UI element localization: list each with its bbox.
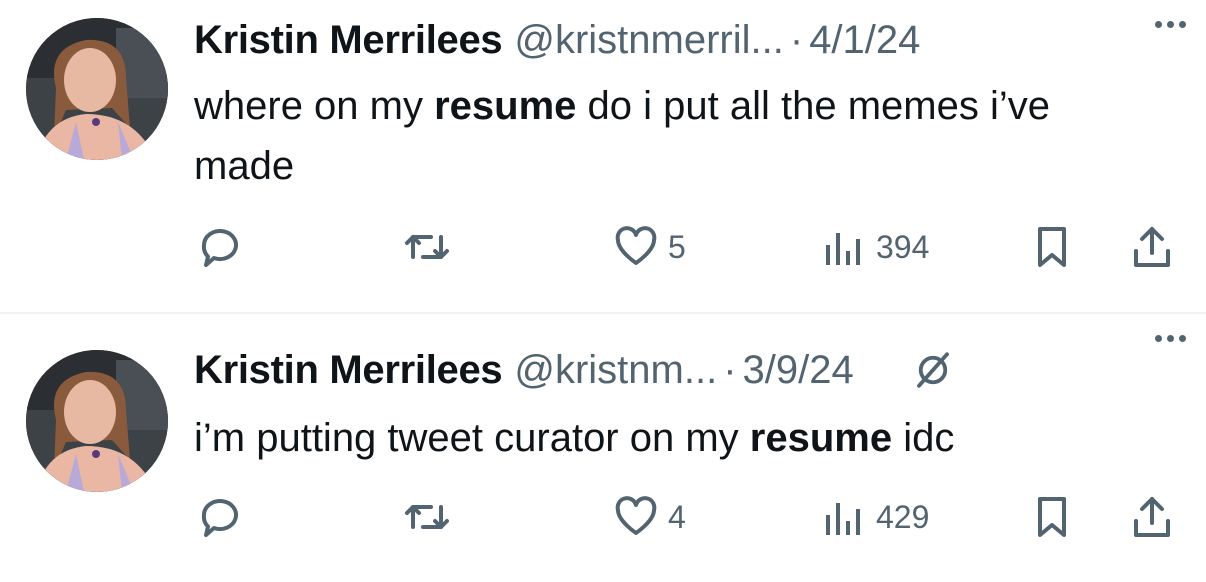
highlighted-term: resume xyxy=(749,416,893,460)
view-count: 429 xyxy=(876,498,930,535)
bookmark-icon xyxy=(1038,227,1066,267)
views-button[interactable]: 429 xyxy=(820,492,929,542)
share-button[interactable] xyxy=(1128,222,1176,272)
like-button[interactable]: 4 xyxy=(612,492,686,542)
views-button[interactable]: 394 xyxy=(820,222,929,272)
views-icon xyxy=(826,503,860,535)
avatar[interactable] xyxy=(26,350,168,492)
tweet-header: Kristin Merrilees @kristnmerril... · 4/1… xyxy=(194,16,1186,64)
more-icon[interactable] xyxy=(1155,324,1186,352)
reply-button[interactable] xyxy=(196,222,244,272)
avatar[interactable] xyxy=(26,18,168,160)
tweet-text: where on my resume do i put all the meme… xyxy=(194,84,1050,188)
tweet-text: i’m putting tweet curator on my resume i… xyxy=(194,416,955,460)
reply-icon xyxy=(201,499,238,537)
tweet-header: Kristin Merrilees @kristnm... · 3/9/24 xyxy=(194,346,1186,394)
bookmark-button[interactable] xyxy=(1028,222,1076,272)
retweet-button[interactable] xyxy=(400,222,454,272)
share-button[interactable] xyxy=(1128,492,1176,542)
views-icon xyxy=(826,233,860,265)
tweet-date[interactable]: 3/9/24 xyxy=(743,348,854,393)
share-icon xyxy=(1134,497,1170,537)
reply-icon xyxy=(201,229,238,267)
like-count: 4 xyxy=(668,498,686,535)
separator: · xyxy=(723,347,737,392)
view-count: 394 xyxy=(876,228,930,265)
like-button[interactable]: 5 xyxy=(612,222,686,272)
action-bar: 5 394 xyxy=(194,222,1186,272)
bookmark-button[interactable] xyxy=(1028,492,1076,542)
bookmark-icon xyxy=(1038,497,1066,537)
tweet[interactable]: Kristin Merrilees @kristnmerril... · 4/1… xyxy=(0,0,1206,312)
reply-button[interactable] xyxy=(196,492,244,542)
more-icon[interactable] xyxy=(1155,10,1186,38)
highlighted-term: resume xyxy=(434,84,577,128)
author-handle[interactable]: @kristnmerril... xyxy=(514,18,784,63)
action-bar: 4 429 xyxy=(194,492,1186,542)
author-name[interactable]: Kristin Merrilees xyxy=(194,18,503,63)
retweet-button[interactable] xyxy=(400,492,454,542)
heart-icon xyxy=(615,226,657,265)
author-handle[interactable]: @kristnm... xyxy=(514,348,717,393)
author-name[interactable]: Kristin Merrilees xyxy=(194,348,503,393)
edit-history-icon[interactable] xyxy=(912,349,954,391)
retweet-icon xyxy=(405,235,449,259)
heart-icon xyxy=(615,496,657,535)
tweet-date[interactable]: 4/1/24 xyxy=(809,18,920,63)
share-icon xyxy=(1134,227,1170,267)
retweet-icon xyxy=(405,505,449,529)
separator: · xyxy=(789,17,804,62)
tweet[interactable]: Kristin Merrilees @kristnm... · 3/9/24 i… xyxy=(0,314,1206,582)
like-count: 5 xyxy=(668,228,686,265)
